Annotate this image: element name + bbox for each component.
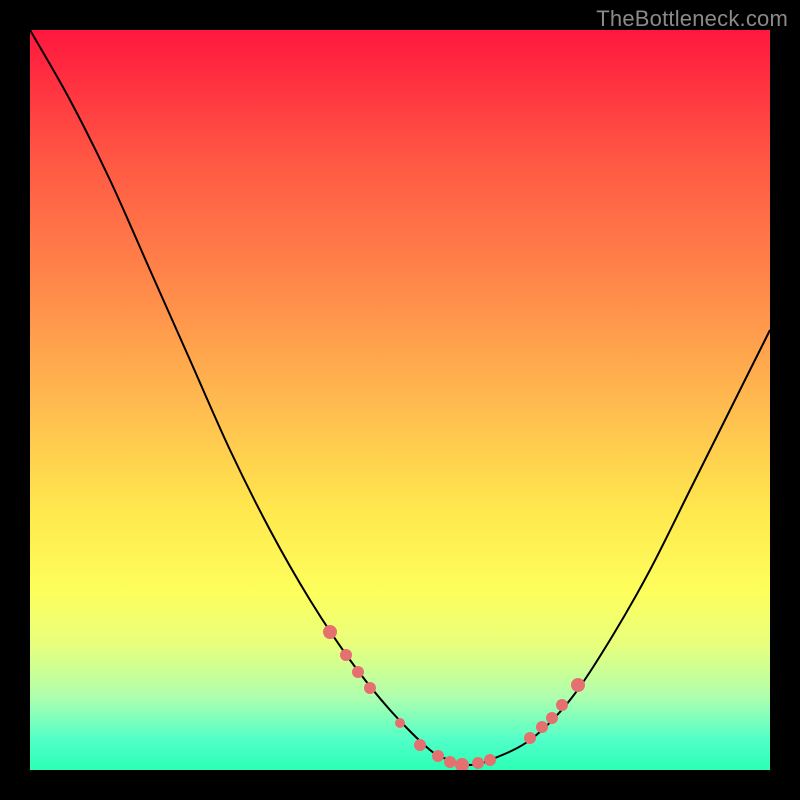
bottleneck-curve-svg — [30, 30, 770, 770]
highlight-dot — [546, 712, 558, 724]
highlight-dot — [364, 682, 376, 694]
watermark-text: TheBottleneck.com — [596, 6, 788, 32]
chart-plot-area — [30, 30, 770, 770]
highlight-dot — [414, 739, 426, 751]
highlight-dot — [432, 750, 444, 762]
highlight-dot — [472, 757, 484, 769]
highlight-dot — [484, 754, 496, 766]
highlight-dot — [524, 732, 536, 744]
highlight-dot — [395, 718, 405, 728]
highlight-dot — [536, 721, 548, 733]
highlight-dot — [352, 666, 364, 678]
highlight-dot — [323, 625, 337, 639]
highlight-dot — [571, 678, 585, 692]
highlight-dot — [455, 758, 469, 770]
bottleneck-curve-path — [30, 30, 770, 765]
highlight-dot — [444, 756, 456, 768]
highlight-dot — [556, 699, 568, 711]
highlight-dot — [340, 649, 352, 661]
highlight-dots-group — [323, 625, 585, 770]
